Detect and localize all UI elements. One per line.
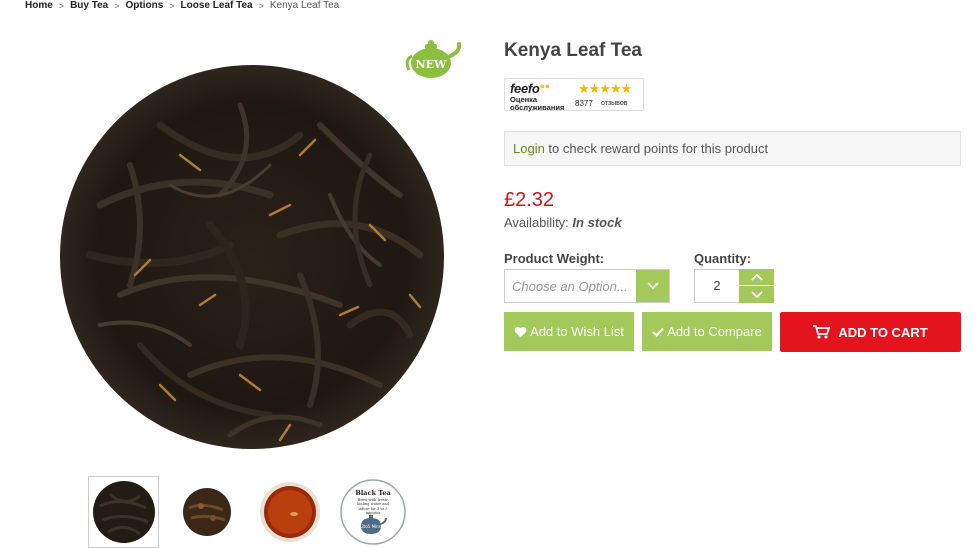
feefo-stars-icon: ★★★★★ — [578, 81, 632, 96]
chevron-down-icon — [750, 291, 763, 298]
tea-leaves-image — [60, 65, 444, 449]
quantity-increment-button[interactable] — [739, 269, 774, 286]
thumbnail-1[interactable] — [88, 476, 159, 548]
breadcrumb-loose-leaf-tea[interactable]: Loose Leaf Tea — [181, 0, 253, 12]
thumb-time: 3to5 Mins — [361, 524, 381, 529]
feefo-reviews-label: отзывов — [601, 100, 628, 107]
product-price: £2.32 — [504, 189, 555, 211]
breadcrumb-options[interactable]: Options — [126, 0, 164, 12]
feefo-rating-badge[interactable]: feefo●● ★★★★★ Оценка обслуживания 8377 о… — [504, 78, 644, 111]
compare-label: Add to Compare — [667, 324, 762, 339]
new-badge-text: NEW — [416, 58, 447, 71]
product-weight-placeholder: Choose an Option... — [512, 279, 628, 294]
breadcrumb-current: Kenya Leaf Tea — [269, 0, 340, 11]
main-product-image[interactable] — [40, 45, 460, 465]
quantity-decrement-button[interactable] — [739, 286, 774, 303]
feefo-rating-label: Оценка обслуживания — [510, 95, 565, 112]
thumb-label: Black Tea — [355, 489, 391, 497]
thumbnail-strip: Black Tea Brew with fresh-boiling water … — [88, 476, 408, 548]
add-to-cart-button[interactable]: ADD TO CART — [780, 312, 961, 352]
breadcrumb: Home > Buy Tea > Options > Loose Leaf Te… — [25, 0, 339, 12]
chevron-down-icon[interactable] — [636, 270, 669, 302]
thumbnail-3[interactable] — [254, 476, 325, 548]
thumbnail-2[interactable] — [171, 476, 242, 548]
breadcrumb-separator: > — [58, 1, 65, 11]
breadcrumb-home[interactable]: Home — [25, 0, 53, 12]
chevron-up-icon — [750, 273, 763, 281]
availability-label: Availability: — [504, 215, 569, 230]
breadcrumb-separator: > — [114, 1, 120, 11]
quantity-input[interactable]: 2 — [694, 269, 740, 303]
check-icon — [652, 327, 664, 337]
feefo-review-count: 8377 — [575, 99, 593, 108]
heart-icon — [514, 326, 527, 337]
stock-status: In stock — [572, 215, 622, 230]
quantity-label: Quantity: — [694, 251, 752, 266]
add-to-wishlist-button[interactable]: Add to Wish List — [504, 312, 634, 351]
reward-points-notice: Login to check reward points for this pr… — [504, 131, 961, 166]
availability: Availability: In stock — [504, 215, 622, 230]
reward-text: to check reward points for this product — [544, 141, 769, 156]
wishlist-label: Add to Wish List — [530, 324, 624, 339]
breadcrumb-separator: > — [169, 1, 175, 11]
add-to-compare-button[interactable]: Add to Compare — [642, 312, 772, 351]
add-to-cart-label: ADD TO CART — [838, 324, 928, 340]
product-weight-select[interactable]: Choose an Option... — [504, 269, 670, 303]
product-title: Kenya Leaf Tea — [504, 40, 642, 61]
breadcrumb-buy-tea[interactable]: Buy Tea — [70, 0, 108, 12]
feefo-logo: feefo●● — [510, 81, 550, 96]
new-badge: NEW — [404, 38, 462, 80]
login-link[interactable]: Login — [513, 141, 545, 156]
product-weight-label: Product Weight: — [504, 251, 605, 266]
thumbnail-4[interactable]: Black Tea Brew with fresh-boiling water … — [337, 476, 408, 548]
shopping-cart-icon — [813, 325, 831, 339]
teapot-new-icon: NEW — [405, 40, 462, 78]
thumb-note: Brew with fresh-boiling water and infuse… — [356, 498, 389, 516]
breadcrumb-separator: > — [258, 1, 264, 11]
